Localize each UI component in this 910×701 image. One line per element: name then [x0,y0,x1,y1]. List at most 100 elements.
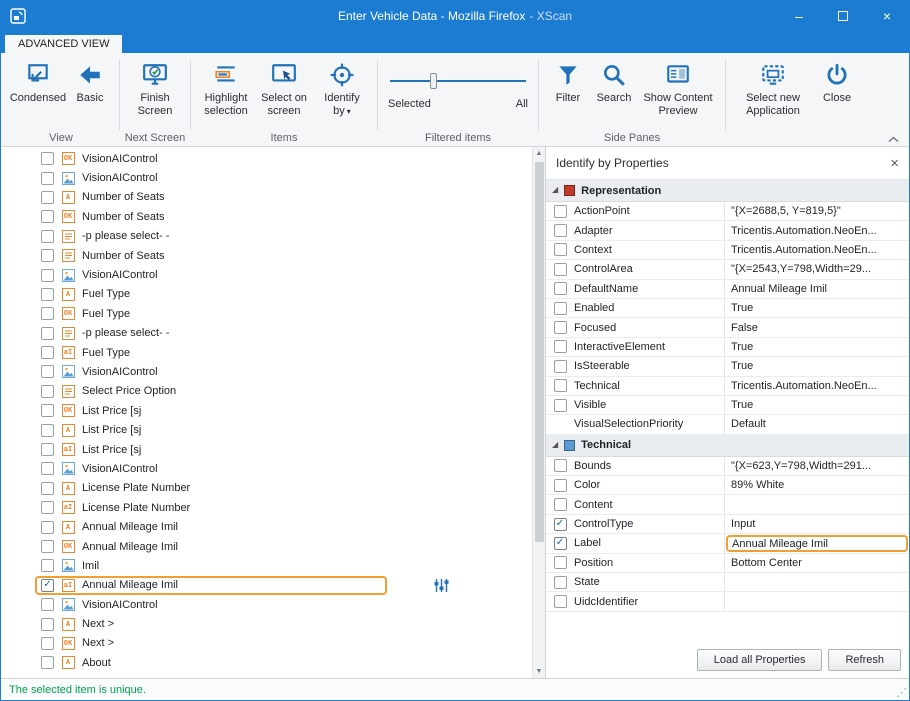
condensed-button[interactable]: Condensed [9,58,67,108]
tree-item-checkbox[interactable] [41,327,54,340]
property-row[interactable]: ActionPoint"{X=2688,5, Y=819,5}" [546,202,909,221]
close-window-button[interactable]: × [865,1,909,31]
property-row[interactable]: Color89% White [546,476,909,495]
resize-grip[interactable]: ⋰ [896,686,907,699]
property-row[interactable]: Content [546,495,909,514]
tree-row[interactable]: AAnnual Mileage Imil [1,517,532,536]
maximize-button[interactable] [821,1,865,31]
adjust-sliders-icon[interactable] [433,578,450,593]
tree-row[interactable]: aILicense Plate Number [1,498,532,517]
property-row[interactable]: VisualSelectionPriorityDefault [546,415,909,434]
tree-row[interactable]: Number of Seats [1,246,532,265]
property-row[interactable]: EnabledTrue [546,299,909,318]
property-checkbox[interactable] [554,205,567,218]
close-panel-icon[interactable]: × [890,156,899,171]
property-checkbox[interactable] [554,576,567,589]
tree-row[interactable]: Imil [1,556,532,575]
tree-row[interactable]: OKVisionAIControl [1,149,532,168]
tree-row[interactable]: AAbout [1,653,532,672]
property-checkbox[interactable] [554,321,567,334]
filter-button[interactable]: Filter [545,58,591,108]
tree-row[interactable]: AFuel Type [1,285,532,304]
property-checkbox[interactable] [554,263,567,276]
search-button[interactable]: Search [591,58,637,108]
property-row[interactable]: VisibleTrue [546,396,909,415]
property-row[interactable]: TechnicalTricentis.Automation.NeoEn... [546,377,909,396]
tree-row[interactable]: OKAnnual Mileage Imil [1,537,532,556]
property-row[interactable]: Bounds"{X=623,Y=798,Width=291... [546,457,909,476]
tree-row[interactable]: ✓aIAnnual Mileage Imil [1,576,532,595]
tree-item-checkbox[interactable] [41,404,54,417]
property-row[interactable]: UidcIdentifier [546,592,909,611]
tree-row[interactable]: VisionAIControl [1,459,532,478]
tree-row[interactable]: VisionAIControl [1,362,532,381]
property-section-technical[interactable]: ◢Technical [546,435,909,457]
property-checkbox[interactable] [554,340,567,353]
tree-row[interactable]: VisionAIControl [1,265,532,284]
property-checkbox[interactable] [554,302,567,315]
property-checkbox[interactable] [554,243,567,256]
tree-item-checkbox[interactable] [41,385,54,398]
minimize-button[interactable]: – [777,1,821,31]
tree-item-checkbox[interactable] [41,346,54,359]
property-checkbox[interactable] [554,479,567,492]
select-new-application-button[interactable]: Select new Application [732,58,814,121]
scrollbar-thumb[interactable] [535,162,544,542]
highlight-selection-button[interactable]: Highlight selection [197,58,255,121]
tree-item-checkbox[interactable] [41,482,54,495]
property-row[interactable]: InteractiveElementTrue [546,338,909,357]
tree-item-checkbox[interactable] [41,424,54,437]
scroll-down-icon[interactable]: ▼ [536,665,543,678]
tree-row[interactable]: aIList Price [sj [1,440,532,459]
tree-item-checkbox[interactable] [41,307,54,320]
tree-item-checkbox[interactable] [41,462,54,475]
property-checkbox[interactable]: ✓ [554,518,567,531]
property-checkbox[interactable] [554,379,567,392]
tree-item-checkbox[interactable] [41,598,54,611]
section-expander-icon[interactable]: ◢ [552,185,558,194]
property-checkbox[interactable] [554,399,567,412]
property-row[interactable]: ✓LabelAnnual Mileage Imil [546,534,909,553]
property-row[interactable]: DefaultNameAnnual Mileage Imil [546,280,909,299]
tree-item-checkbox[interactable] [41,152,54,165]
property-checkbox[interactable] [554,556,567,569]
property-row[interactable]: AdapterTricentis.Automation.NeoEn... [546,221,909,240]
property-checkbox[interactable] [554,360,567,373]
property-row[interactable]: ContextTricentis.Automation.NeoEn... [546,241,909,260]
tree-row[interactable]: VisionAIControl [1,595,532,614]
section-expander-icon[interactable]: ◢ [552,440,558,449]
tree-item-checkbox[interactable] [41,191,54,204]
property-checkbox[interactable] [554,498,567,511]
tree-row[interactable]: ANext > [1,614,532,633]
property-row[interactable]: State [546,573,909,592]
finish-screen-button[interactable]: Finish Screen [126,58,184,121]
tree-item-checkbox[interactable] [41,521,54,534]
tree-row[interactable]: aIFuel Type [1,343,532,362]
tree-item-checkbox[interactable] [41,637,54,650]
tree-item-checkbox[interactable] [41,365,54,378]
property-checkbox[interactable] [554,282,567,295]
tree-item-checkbox[interactable] [41,288,54,301]
tree-item-checkbox[interactable] [41,540,54,553]
tree-item-checkbox[interactable] [41,249,54,262]
property-checkbox[interactable] [554,224,567,237]
property-row[interactable]: PositionBottom Center [546,554,909,573]
property-row[interactable]: IsSteerableTrue [546,357,909,376]
tree-row[interactable]: OKList Price [sj [1,401,532,420]
load-all-properties-button[interactable]: Load all Properties [697,649,823,671]
tree-row[interactable]: OKFuel Type [1,304,532,323]
slider-handle[interactable] [430,73,437,89]
show-content-preview-button[interactable]: Show Content Preview [637,58,719,121]
tree-row[interactable]: OKNumber of Seats [1,207,532,226]
tree-item-checkbox[interactable] [41,618,54,631]
collapse-ribbon-icon[interactable] [888,136,899,143]
property-row[interactable]: FocusedFalse [546,318,909,337]
tree-item-checkbox[interactable] [41,230,54,243]
tree-item-checkbox[interactable]: ✓ [41,579,54,592]
tree-item-checkbox[interactable] [41,443,54,456]
tree-row[interactable]: OKNext > [1,634,532,653]
tree-item-checkbox[interactable] [41,172,54,185]
property-checkbox[interactable] [554,459,567,472]
property-checkbox[interactable] [554,595,567,608]
tree-item-checkbox[interactable] [41,656,54,669]
